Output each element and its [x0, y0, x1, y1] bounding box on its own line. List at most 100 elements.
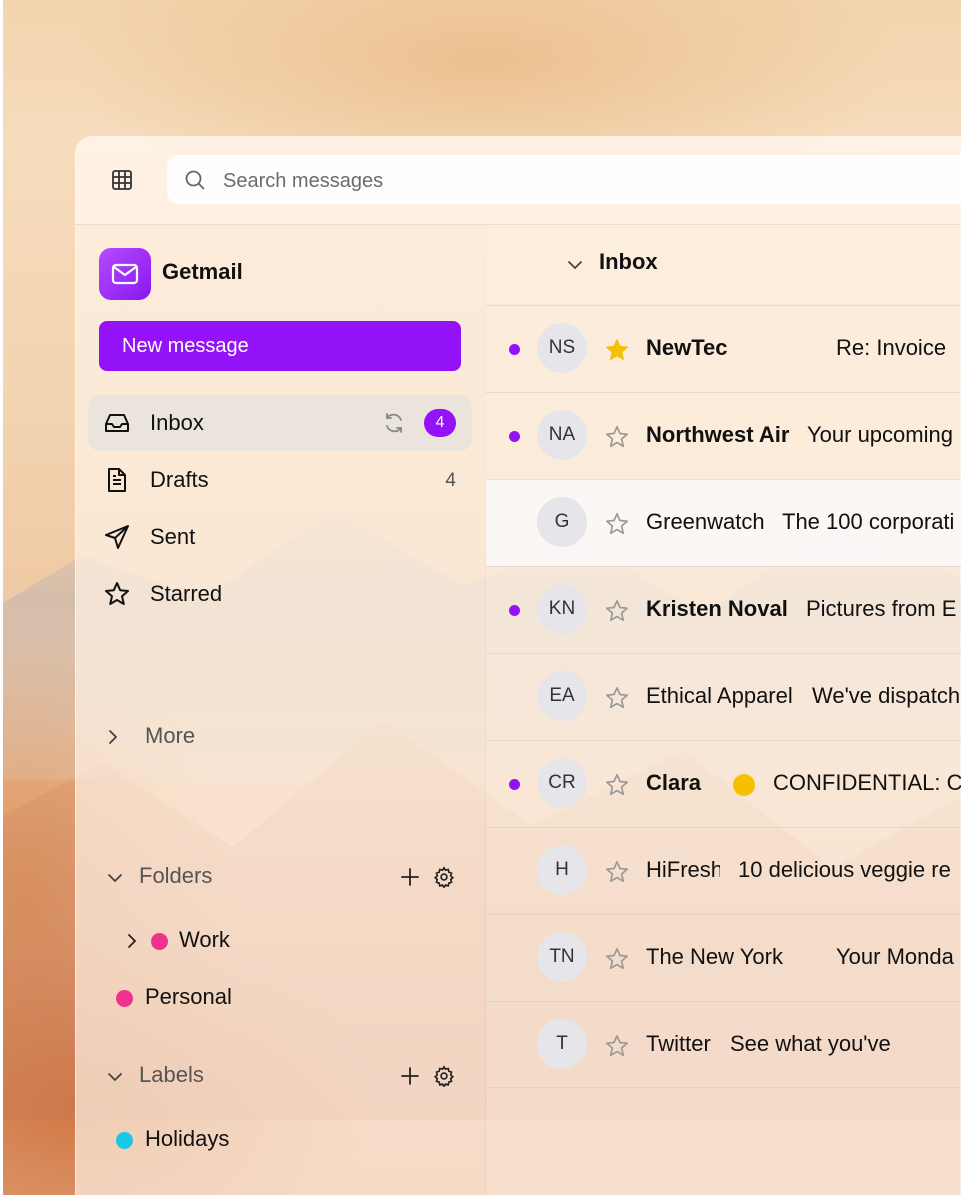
- message-row[interactable]: CR Clara CONFIDENTIAL: C: [486, 740, 961, 827]
- message-sender: Ethical Apparel: [646, 683, 793, 708]
- folder-label-personal: Personal: [145, 984, 232, 1009]
- avatar: NS: [537, 323, 587, 373]
- list-divider: [486, 1087, 961, 1088]
- avatar: TN: [537, 932, 587, 982]
- nav-label-starred: Starred: [150, 581, 223, 606]
- chevron-down-icon[interactable]: [105, 868, 125, 888]
- nav-label-sent: Sent: [150, 524, 196, 549]
- message-row[interactable]: T Twitter See what you've: [486, 1001, 961, 1088]
- inbox-icon: [104, 410, 130, 436]
- message-row[interactable]: NA Northwest Air Your upcoming: [486, 392, 961, 479]
- message-sender: Clara: [646, 770, 702, 795]
- mail-icon: [99, 248, 151, 300]
- app-name: Getmail: [162, 259, 243, 284]
- label-item-holidays[interactable]: Holidays: [115, 1124, 315, 1154]
- star-filled-icon[interactable]: [605, 338, 629, 362]
- star-icon[interactable]: [605, 599, 629, 623]
- unread-dot: [509, 779, 520, 790]
- folder-color-dot: [151, 933, 168, 950]
- avatar: KN: [537, 584, 587, 634]
- label-color-dot: [116, 1132, 133, 1149]
- nav-item-starred[interactable]: Starred: [88, 566, 472, 622]
- message-sender: Twitter: [646, 1031, 711, 1056]
- label-indicator-dot: [733, 774, 755, 796]
- message-subject: Re: Invoice: [836, 335, 947, 360]
- star-icon[interactable]: [605, 860, 629, 884]
- grid-icon[interactable]: [108, 166, 136, 194]
- message-list-pane: Inbox NS NewTec Re: Invoice NA Northwest…: [486, 225, 961, 1196]
- star-icon[interactable]: [605, 1034, 629, 1058]
- nav-item-drafts[interactable]: Drafts 4: [88, 452, 472, 508]
- more-label: More: [145, 723, 196, 748]
- avatar: H: [537, 845, 587, 895]
- folder-item-work[interactable]: Work: [123, 925, 323, 955]
- avatar: EA: [537, 671, 587, 721]
- sidebar: Getmail New message Inbox 4 Drafts 4 Sen…: [75, 225, 485, 1196]
- star-icon[interactable]: [605, 773, 629, 797]
- inbox-header: Inbox: [486, 225, 961, 305]
- chevron-right-icon[interactable]: [123, 931, 141, 951]
- unread-dot: [509, 344, 520, 355]
- message-row[interactable]: EA Ethical Apparel We've dispatch: [486, 653, 961, 740]
- message-subject: The 100 corporati: [782, 509, 955, 534]
- message-row[interactable]: NS NewTec Re: Invoice: [486, 305, 961, 392]
- message-sender: Kristen Noval: [646, 596, 788, 621]
- message-sender: Greenwatch: [646, 509, 765, 534]
- message-sender: NewTec: [646, 335, 728, 360]
- avatar: CR: [537, 758, 587, 808]
- search-icon: [183, 168, 207, 192]
- message-subject: CONFIDENTIAL: C: [773, 770, 961, 795]
- mail-app-window: Getmail New message Inbox 4: [75, 136, 961, 1196]
- avatar: T: [537, 1019, 587, 1069]
- message-row[interactable]: G Greenwatch The 100 corporati: [486, 479, 961, 566]
- top-bar: [75, 136, 961, 225]
- send-icon: [104, 524, 130, 550]
- search-input[interactable]: [221, 167, 925, 195]
- chevron-right-icon: [103, 727, 123, 747]
- label-settings-icon[interactable]: [433, 1065, 455, 1088]
- nav-label-inbox: Inbox: [150, 410, 204, 435]
- nav-item-sent[interactable]: Sent: [88, 509, 472, 565]
- message-sender: HiFresh: [646, 857, 720, 882]
- message-sender: The New York: [646, 944, 783, 969]
- add-label-icon[interactable]: [399, 1065, 421, 1087]
- unread-count-badge: 4: [424, 409, 456, 437]
- message-subject: 10 delicious veggie re: [738, 857, 951, 882]
- message-subject: Your Monda: [836, 944, 954, 969]
- nav-label-drafts: Drafts: [150, 467, 209, 492]
- chevron-down-icon[interactable]: [105, 1067, 125, 1087]
- inbox-title: Inbox: [599, 249, 658, 274]
- folder-item-personal[interactable]: Personal: [115, 982, 315, 1012]
- avatar: NA: [537, 410, 587, 460]
- drafts-count: 4: [445, 470, 456, 491]
- file-icon: [104, 467, 130, 493]
- star-icon: [104, 581, 130, 607]
- unread-dot: [509, 605, 520, 616]
- labels-section-header: Labels: [103, 1061, 463, 1091]
- folder-color-dot: [116, 990, 133, 1007]
- star-icon[interactable]: [605, 686, 629, 710]
- message-row[interactable]: KN Kristen Noval Pictures from E: [486, 566, 961, 653]
- label-label-holidays: Holidays: [145, 1126, 230, 1151]
- message-subject: Your upcoming: [807, 422, 953, 447]
- message-row[interactable]: TN The New York Your Monda: [486, 914, 961, 1001]
- message-subject: We've dispatch: [812, 683, 961, 708]
- star-icon[interactable]: [605, 512, 629, 536]
- add-folder-icon[interactable]: [399, 866, 421, 888]
- message-subject: See what you've: [730, 1031, 891, 1056]
- star-icon[interactable]: [605, 425, 629, 449]
- folders-title: Folders: [139, 863, 213, 888]
- message-subject: Pictures from E: [806, 596, 957, 621]
- refresh-icon[interactable]: [382, 411, 406, 435]
- message-row[interactable]: H HiFresh 10 delicious veggie re: [486, 827, 961, 914]
- avatar: G: [537, 497, 587, 547]
- new-message-button[interactable]: New message: [99, 321, 461, 371]
- unread-dot: [509, 431, 520, 442]
- chevron-down-icon[interactable]: [565, 255, 585, 275]
- search-bar[interactable]: [167, 155, 961, 204]
- folder-settings-icon[interactable]: [433, 866, 455, 889]
- star-icon[interactable]: [605, 947, 629, 971]
- nav-item-inbox[interactable]: Inbox 4: [88, 395, 472, 451]
- labels-title: Labels: [139, 1062, 204, 1087]
- folder-label-work: Work: [179, 927, 230, 952]
